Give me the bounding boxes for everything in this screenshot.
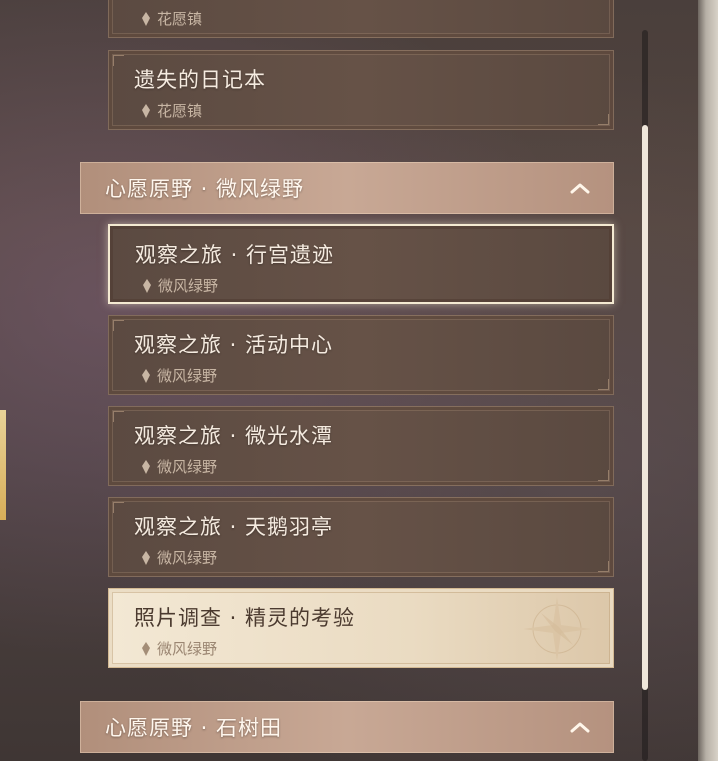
quest-location: 花愿镇 <box>141 8 202 29</box>
quest-card-diary[interactable]: 遗失的日记本 花愿镇 <box>108 50 614 130</box>
quest-title: 观察之旅 · 天鹅羽亭 <box>134 515 334 539</box>
quest-location-text: 微风绿野 <box>157 640 218 658</box>
card-corner <box>598 470 609 481</box>
quest-list: 花愿镇 遗失的日记本 花愿镇 心愿原野 · 微风绿野 观察之旅 · 行宫遗迹 微… <box>0 0 718 761</box>
location-pin-icon <box>143 278 151 293</box>
card-corner <box>113 55 124 66</box>
quest-location-text: 微风绿野 <box>157 367 218 385</box>
quest-title: 观察之旅 · 活动中心 <box>134 333 334 357</box>
group-header-stone-tree-field[interactable]: 心愿原野 · 石树田 <box>80 701 614 753</box>
quest-location-text: 微风绿野 <box>157 549 218 567</box>
quest-location: 微风绿野 <box>141 547 217 568</box>
quest-location: 花愿镇 <box>141 100 202 121</box>
quest-location: 微风绿野 <box>141 638 217 659</box>
quest-location: 微风绿野 <box>142 275 218 296</box>
group-title: 心愿原野 · 微风绿野 <box>105 177 305 201</box>
card-corner <box>113 411 124 422</box>
card-corner <box>113 502 124 513</box>
card-corner <box>113 320 124 331</box>
quest-title: 观察之旅 · 行宫遗迹 <box>135 243 335 267</box>
quest-title: 照片调查 · 精灵的考验 <box>134 606 356 630</box>
quest-card-glimmer-pond[interactable]: 观察之旅 · 微光水潭 微风绿野 <box>108 406 614 486</box>
quest-title: 观察之旅 · 微光水潭 <box>134 424 334 448</box>
group-title: 心愿原野 · 石树田 <box>105 716 283 740</box>
quest-card-partial[interactable]: 花愿镇 <box>108 0 614 38</box>
compass-star-icon <box>523 597 591 661</box>
location-pin-icon <box>142 459 150 474</box>
group-header-breeze-meadow[interactable]: 心愿原野 · 微风绿野 <box>80 162 614 214</box>
chevron-up-icon[interactable] <box>569 180 591 196</box>
scrollbar-thumb[interactable] <box>642 125 648 690</box>
location-pin-icon <box>142 550 150 565</box>
location-pin-icon <box>142 368 150 383</box>
location-pin-icon <box>142 103 150 118</box>
quest-card-palace-ruins[interactable]: 观察之旅 · 行宫遗迹 微风绿野 <box>108 224 614 304</box>
chevron-up-icon[interactable] <box>569 719 591 735</box>
quest-card-spirit-trial[interactable]: 照片调查 · 精灵的考验 微风绿野 <box>108 588 614 668</box>
quest-location-text: 微风绿野 <box>158 277 219 295</box>
card-corner <box>598 114 609 125</box>
quest-title: 遗失的日记本 <box>134 68 266 92</box>
card-corner <box>598 561 609 572</box>
location-pin-icon <box>142 641 150 656</box>
quest-location-text: 花愿镇 <box>157 102 203 120</box>
quest-location: 微风绿野 <box>141 365 217 386</box>
location-pin-icon <box>142 11 150 26</box>
quest-location-text: 花愿镇 <box>157 10 203 28</box>
quest-location: 微风绿野 <box>141 456 217 477</box>
quest-location-text: 微风绿野 <box>157 458 218 476</box>
card-corner <box>598 379 609 390</box>
quest-card-swan-pavilion[interactable]: 观察之旅 · 天鹅羽亭 微风绿野 <box>108 497 614 577</box>
quest-card-activity-center[interactable]: 观察之旅 · 活动中心 微风绿野 <box>108 315 614 395</box>
